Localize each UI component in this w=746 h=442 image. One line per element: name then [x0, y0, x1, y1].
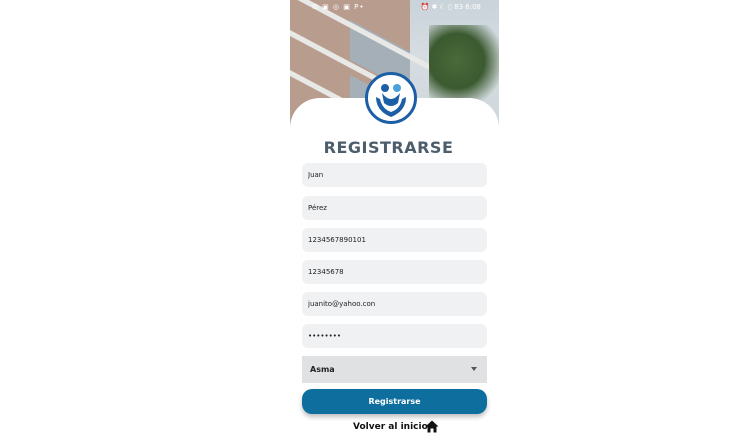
page-title: REGISTRARSE [323, 138, 454, 157]
status-right: ⏰ ✱ ☾ ▯ 83 6:08 [421, 3, 482, 11]
phone-screen: ✉ ▣ ◎ ▣ P• ⏰ ✱ ☾ ▯ 83 6:08 REGISTRARSE A… [290, 0, 499, 442]
status-right-icons: ⏰ ✱ ☾ ▯ 83 [420, 3, 464, 11]
dropdown-caret-icon [471, 367, 477, 371]
last-name-field[interactable] [302, 196, 487, 220]
back-to-home-link[interactable]: Volver al inicio [353, 420, 428, 434]
register-button[interactable]: Registrarse [302, 389, 487, 414]
logo-icon [376, 84, 406, 117]
condition-selected-value: Asma [310, 365, 335, 374]
home-icon[interactable] [425, 420, 439, 433]
status-time: 6:08 [465, 3, 481, 11]
password-field[interactable] [302, 324, 487, 348]
first-name-field[interactable] [302, 163, 487, 187]
condition-select[interactable]: Asma [302, 356, 487, 383]
email-field[interactable] [302, 292, 487, 316]
id-number-field[interactable] [302, 228, 487, 252]
care-hands-logo [365, 72, 417, 124]
status-bar: ✉ ▣ ◎ ▣ P• ⏰ ✱ ☾ ▯ 83 6:08 [290, 0, 499, 14]
phone-field[interactable] [302, 260, 487, 284]
status-left-icons: ✉ ▣ ◎ ▣ P• [312, 3, 365, 11]
